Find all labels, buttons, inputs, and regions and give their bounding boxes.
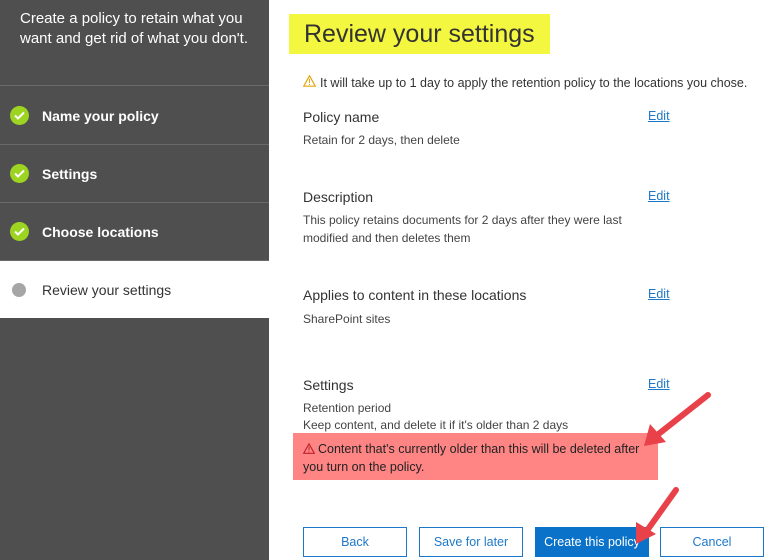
wizard-step-label: Name your policy xyxy=(42,107,159,124)
check-circle-icon xyxy=(10,106,29,125)
annotation-arrow-create xyxy=(636,487,679,544)
wizard-step-review-your-settings[interactable]: Review your settings xyxy=(0,261,269,318)
save-for-later-button[interactable]: Save for later xyxy=(419,527,523,557)
section-value-retention-period: Keep content, and delete it if it's olde… xyxy=(303,418,569,432)
section-value-description: This policy retains documents for 2 days… xyxy=(303,213,622,245)
annotation-arrow-alert xyxy=(644,392,711,446)
section-title-settings: Settings xyxy=(303,377,354,393)
notice-text: It will take up to 1 day to apply the re… xyxy=(320,75,748,90)
wizard-step-settings[interactable]: Settings xyxy=(0,145,269,203)
section-value-retention-label: Retention period xyxy=(303,401,392,415)
check-circle-icon xyxy=(10,222,29,241)
section-title-locations: Applies to content in these locations xyxy=(303,287,527,303)
warning-icon xyxy=(302,442,316,459)
section-value-policy-name: Retain for 2 days, then delete xyxy=(303,133,460,147)
edit-settings-link[interactable]: Edit xyxy=(648,377,670,391)
current-step-dot-icon xyxy=(12,282,26,297)
section-value-locations: SharePoint sites xyxy=(303,312,391,326)
wizard-step-label: Settings xyxy=(42,165,98,182)
wizard-header: Create a policy to retain what you want … xyxy=(0,0,269,86)
check-circle-icon xyxy=(10,164,29,183)
section-title-description: Description xyxy=(303,189,374,205)
wizard-step-choose-locations[interactable]: Choose locations xyxy=(0,203,269,261)
apply-time-notice: It will take up to 1 day to apply the re… xyxy=(302,74,748,90)
deletion-warning-alert: Content that's currently older than this… xyxy=(293,433,658,480)
warning-icon xyxy=(302,74,317,90)
alert-text: Content that's currently older than this… xyxy=(303,442,640,474)
wizard-step-name-your-policy[interactable]: Name your policy xyxy=(0,87,269,145)
edit-policy-name-link[interactable]: Edit xyxy=(648,109,670,123)
wizard-step-label: Review your settings xyxy=(42,281,172,298)
wizard-sidebar: Create a policy to retain what you want … xyxy=(0,0,269,560)
page-title-highlight: Review your settings xyxy=(289,14,550,54)
back-button[interactable]: Back xyxy=(303,527,407,557)
wizard-step-label: Choose locations xyxy=(42,223,159,240)
edit-locations-link[interactable]: Edit xyxy=(648,287,670,301)
section-title-policy-name: Policy name xyxy=(303,109,380,125)
page-title: Review your settings xyxy=(304,20,535,48)
edit-description-link[interactable]: Edit xyxy=(648,189,670,203)
